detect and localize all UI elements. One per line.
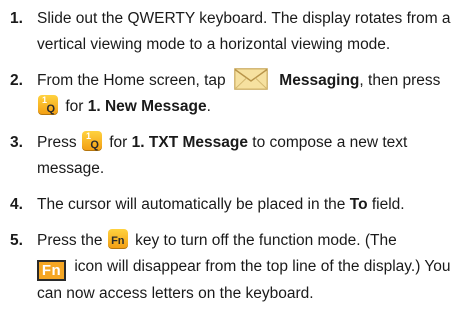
step-4-post: field. xyxy=(371,196,405,213)
step-text: The cursor will automatically be placed … xyxy=(37,192,465,218)
step-number: 3. xyxy=(10,134,23,151)
step-2-pre: From the Home screen, tap xyxy=(37,72,226,89)
step-number: 1. xyxy=(10,10,23,27)
key-letter: Q xyxy=(90,139,99,151)
step-3-pre: Press xyxy=(37,134,77,151)
step-1: 1. Slide out the QWERTY keyboard. The di… xyxy=(10,6,465,58)
txt-message-label: 1. TXT Message xyxy=(131,134,248,151)
q-key-icon: 1 Q xyxy=(81,131,102,151)
step-2-mid: , then press xyxy=(359,72,441,89)
envelope-icon xyxy=(234,68,268,90)
fn-key-icon: Fn xyxy=(107,229,128,249)
step-4: 4. The cursor will automatically be plac… xyxy=(10,192,465,218)
key-letter: Q xyxy=(46,103,55,115)
step-number: 5. xyxy=(10,232,23,249)
step-2-end: . xyxy=(206,98,211,115)
step-3: 3. Press 1 Q for 1. TXT Message to compo… xyxy=(10,130,465,182)
step-5-post2: icon will disappear from the top line of… xyxy=(37,258,451,302)
q-key-icon: 1 Q xyxy=(38,95,58,115)
step-text: From the Home screen, tap Messaging, the… xyxy=(37,68,465,120)
step-text: Slide out the QWERTY keyboard. The displ… xyxy=(37,6,465,58)
step-1-text: Slide out the QWERTY keyboard. The displ… xyxy=(37,10,451,53)
fn-status-icon: Fn xyxy=(37,260,66,281)
to-field-label: To xyxy=(349,196,368,213)
new-message-label: 1. New Message xyxy=(87,98,207,115)
step-2-for: for xyxy=(65,98,84,115)
step-number: 2. xyxy=(10,72,23,89)
step-5-post1: key to turn off the function mode. (The xyxy=(135,232,397,249)
step-5-pre: Press the xyxy=(37,232,103,249)
step-text: Press the Fn key to turn off the functio… xyxy=(37,228,465,307)
step-5: 5. Press the Fn key to turn off the func… xyxy=(10,228,465,307)
messaging-label: Messaging xyxy=(279,72,360,89)
key-letter: Fn xyxy=(111,235,125,247)
instruction-list: 1. Slide out the QWERTY keyboard. The di… xyxy=(0,0,473,319)
step-3-for: for xyxy=(109,134,128,151)
step-text: Press 1 Q for 1. TXT Message to compose … xyxy=(37,130,465,182)
step-2: 2. From the Home screen, tap Messaging, … xyxy=(10,68,465,120)
step-4-pre: The cursor will automatically be placed … xyxy=(37,196,346,213)
step-number: 4. xyxy=(10,196,23,213)
